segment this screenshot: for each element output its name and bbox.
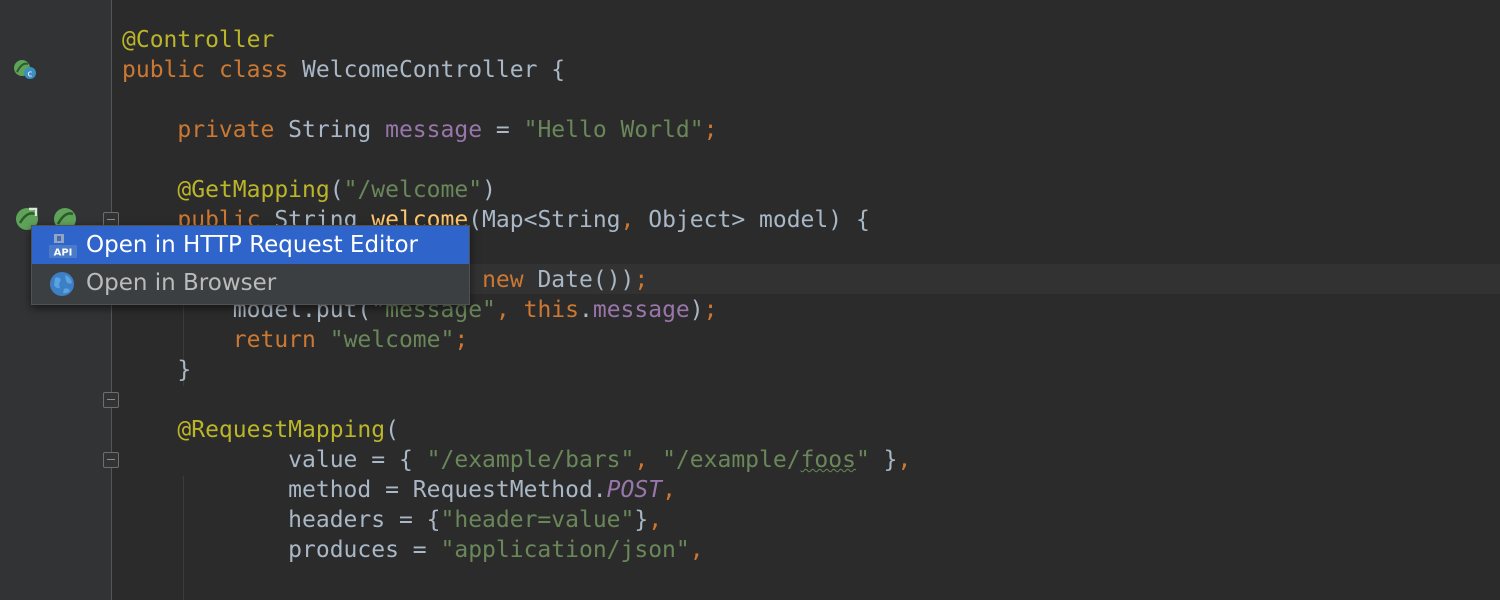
globe-icon [50,272,74,296]
code-line[interactable]: value = { "/example/bars", "/example/foo… [122,445,911,475]
code-token: } [177,357,192,383]
code-token: . [578,297,593,323]
code-token: @GetMapping [177,177,330,203]
code-token: @RequestMapping [177,417,386,443]
code-token: , [897,447,912,473]
code-token: "/example/bars" [426,447,635,473]
code-token: (Map<String [468,207,621,233]
code-token: public [122,57,219,83]
code-token: "/welcome" [343,177,483,203]
fold-end-icon[interactable] [103,392,119,408]
code-token: ; [703,297,718,323]
code-token: ) [482,177,496,203]
spring-bean-icon[interactable]: c [12,58,38,82]
code-line[interactable]: @Controller [122,25,911,55]
code-token: , [495,297,524,323]
code-token: ( [329,177,344,203]
gutter-popup-menu: API Open in HTTP Request Editor Open in … [31,225,470,305]
code-token: ; [703,117,718,143]
code-line[interactable]: headers = {"header=value"}, [122,505,911,535]
code-token: message [385,117,483,143]
code-token: this [523,297,579,323]
menu-item-open-http-request-editor[interactable]: API Open in HTTP Request Editor [32,226,469,264]
code-token: "application/json" [440,537,690,563]
code-token: "Hello World" [523,117,704,143]
code-line[interactable]: } [122,355,911,385]
code-token: , [648,507,663,533]
code-token: , [634,447,663,473]
code-token: headers = { [288,507,441,533]
code-token: ) [689,297,704,323]
code-token: , [662,477,676,503]
code-token: POST [606,477,663,503]
code-line[interactable] [122,385,911,415]
code-token: value = { [288,447,427,473]
code-token: , [620,207,649,233]
code-token: Date()) [537,267,635,293]
code-token: "welcome" [329,327,455,353]
code-line[interactable]: @RequestMapping( [122,415,911,445]
menu-item-label: Open in Browser [86,270,277,296]
code-token: } [634,507,649,533]
code-token: @Controller [122,27,275,53]
code-token: ; [454,327,469,353]
code-token: ( [385,417,399,443]
code-token: new [482,267,538,293]
code-token: return [232,327,330,353]
code-token: String [288,117,386,143]
code-token: } [869,447,898,473]
code-token: message [592,297,690,323]
menu-item-label: Open in HTTP Request Editor [86,232,418,258]
code-token: WelcomeController { [302,57,566,83]
code-line[interactable]: produces = "application/json", [122,535,911,565]
code-line[interactable] [122,85,911,115]
code-token: private [177,117,289,143]
code-line[interactable]: private String message = "Hello World"; [122,115,911,145]
code-token: produces = [288,537,441,563]
code-token: method = RequestMethod. [288,477,607,503]
code-token: = [482,117,524,143]
code-line[interactable] [122,145,911,175]
code-token: ; [634,267,649,293]
api-icon: API [49,234,77,259]
code-line[interactable]: method = RequestMethod.POST, [122,475,911,505]
fold-toggle-icon[interactable] [103,452,119,468]
code-token: " [855,447,870,473]
code-token: foos [800,447,856,473]
code-token: "header=value" [440,507,635,533]
code-line[interactable]: return "welcome"; [122,325,911,355]
code-token: , [689,537,704,563]
svg-text:c: c [28,70,33,80]
code-line[interactable]: @GetMapping("/welcome") [122,175,911,205]
code-line[interactable]: public class WelcomeController { [122,55,911,85]
code-token: "/example/ [662,447,801,473]
svg-text:API: API [54,248,73,259]
code-token: class [218,57,303,83]
menu-item-open-in-browser[interactable]: Open in Browser [32,264,469,302]
code-token: Object> model) { [648,207,870,233]
